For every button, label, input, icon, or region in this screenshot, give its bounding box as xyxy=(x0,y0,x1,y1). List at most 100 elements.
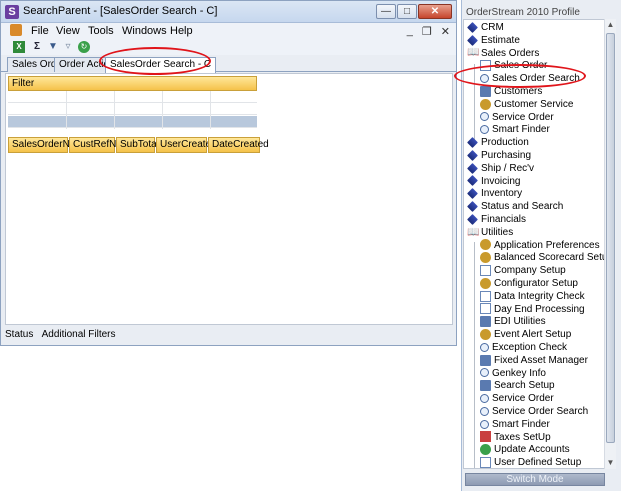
tree-item-label: Smart Finder xyxy=(492,418,550,430)
menu-tools[interactable]: Tools xyxy=(88,25,114,37)
filter-row[interactable] xyxy=(8,103,257,115)
tree-item[interactable]: Production xyxy=(467,136,529,149)
tree-item[interactable]: Search Setup xyxy=(480,379,555,392)
filter-grid[interactable] xyxy=(8,91,257,129)
tree-item[interactable]: 📖 Utilities xyxy=(467,226,513,239)
refresh-icon xyxy=(480,444,491,456)
book-icon xyxy=(467,34,478,46)
tree-item[interactable]: Configurator Setup xyxy=(480,277,578,290)
tree-item[interactable]: Status and Search xyxy=(467,200,563,213)
filter-icon[interactable]: ▼ xyxy=(47,41,59,53)
gear-icon xyxy=(480,252,491,264)
tree-item-label: Fixed Asset Manager xyxy=(494,354,588,366)
tree-item[interactable]: Purchasing xyxy=(467,149,531,162)
document-icon xyxy=(480,303,491,315)
tree-item[interactable]: Event Alert Setup xyxy=(480,328,571,341)
menu-help[interactable]: Help xyxy=(170,25,193,37)
tree-item-label: Ship / Rec'v xyxy=(481,162,535,174)
minimize-button[interactable]: — xyxy=(376,4,396,19)
tree-item-label: Sales Orders xyxy=(481,47,540,59)
mdi-close-icon[interactable]: ✕ xyxy=(441,25,450,38)
menu-windows[interactable]: Windows xyxy=(122,25,167,37)
additional-filters-link[interactable]: Additional Filters xyxy=(42,329,116,340)
menu-file[interactable]: File xyxy=(31,25,49,37)
magnifier-icon xyxy=(480,342,489,352)
status-label: Status xyxy=(5,329,34,340)
book-icon xyxy=(467,175,478,187)
document-icon xyxy=(480,290,491,302)
switch-mode-button[interactable]: Switch Mode xyxy=(465,473,605,486)
tree-item[interactable]: Exception Check xyxy=(480,341,567,354)
tree-item[interactable]: CRM xyxy=(467,21,504,34)
tree-item-label: Service Order Search xyxy=(492,406,589,417)
tree-item-label: Application Preferences xyxy=(494,239,600,251)
column-subtotal[interactable]: SubTotal xyxy=(116,137,159,153)
gear-icon xyxy=(480,98,491,110)
tree-item[interactable]: Balanced Scorecard Setup xyxy=(480,251,604,264)
tree-item[interactable]: 📖 Sales Orders xyxy=(467,47,539,60)
title-bar[interactable]: S SearchParent - [SalesOrder Search - C]… xyxy=(1,1,456,23)
tree-item[interactable]: Ship / Rec'v xyxy=(467,162,534,175)
filter-row-selected[interactable] xyxy=(8,116,257,128)
maximize-button[interactable]: □ xyxy=(397,4,417,19)
scroll-down-icon[interactable]: ▼ xyxy=(605,457,616,469)
excel-export-icon[interactable]: X xyxy=(13,41,25,53)
sum-icon[interactable]: Σ xyxy=(31,41,43,53)
magnifier-icon xyxy=(480,112,489,122)
tree-item[interactable]: Data Integrity Check xyxy=(480,290,585,303)
tree-item-label: Inventory xyxy=(481,188,523,200)
tree-item[interactable]: EDI Utilities xyxy=(480,315,546,328)
tree-item[interactable]: Application Preferences xyxy=(480,239,600,252)
tree-item[interactable]: Taxes SetUp xyxy=(480,431,551,444)
tree-item[interactable]: Customer Service xyxy=(480,98,573,111)
tree-item[interactable]: Genkey Info xyxy=(480,367,546,380)
book-icon xyxy=(467,201,478,212)
tree-item-label: Financials xyxy=(481,214,527,225)
tree-item[interactable]: Update Accounts xyxy=(480,443,570,456)
tree-item[interactable]: Smart Finder xyxy=(480,418,550,431)
tree-item[interactable]: Estimate xyxy=(467,34,520,47)
sales-order-search-highlight-ellipse xyxy=(454,64,586,88)
column-custrefno[interactable]: CustRefNo xyxy=(69,137,122,153)
tree-item[interactable]: Inventory xyxy=(467,187,522,200)
magnifier-icon xyxy=(480,394,489,404)
tree-item[interactable]: Company Setup xyxy=(480,264,566,277)
alert-icon xyxy=(480,329,491,341)
column-usercreated[interactable]: UserCreated xyxy=(156,137,217,153)
magnifier-icon xyxy=(480,406,489,416)
tree-item[interactable]: User Defined Setup xyxy=(480,456,581,468)
gear-icon xyxy=(480,239,491,251)
tax-icon xyxy=(480,431,491,443)
panel-title: OrderStream 2010 Profile xyxy=(466,7,580,18)
book-icon xyxy=(467,188,478,200)
grid-divider xyxy=(66,91,67,129)
document-menu-icon[interactable] xyxy=(10,24,22,36)
mdi-minimize-icon[interactable]: _ xyxy=(407,25,413,38)
tree-item-label: Invoicing xyxy=(481,175,521,187)
tree-item-label: Day End Processing xyxy=(494,303,585,315)
status-bar: Status Additional Filters xyxy=(5,327,453,343)
tree-item[interactable]: Service Order xyxy=(480,392,554,405)
filter-row[interactable] xyxy=(8,91,257,103)
tree-item[interactable]: Service Order xyxy=(480,111,554,124)
scroll-thumb[interactable] xyxy=(606,33,615,443)
tree-scrollbar[interactable]: ▲ ▼ xyxy=(604,19,616,469)
screen: S SearchParent - [SalesOrder Search - C]… xyxy=(0,0,621,491)
clear-filter-icon[interactable]: ▿ xyxy=(62,41,74,53)
column-salesorderno[interactable]: SalesOrderNo xyxy=(8,137,75,153)
menu-view[interactable]: View xyxy=(56,25,80,37)
computer-icon xyxy=(480,354,491,366)
column-datecreated[interactable]: DateCreated xyxy=(208,137,269,153)
tree-item[interactable]: Day End Processing xyxy=(480,303,585,316)
close-button[interactable]: ✕ xyxy=(418,4,452,19)
tree-item[interactable]: Financials xyxy=(467,213,526,226)
tree-item[interactable]: Invoicing xyxy=(467,175,520,188)
refresh-icon[interactable]: ↻ xyxy=(78,41,90,53)
tree-item[interactable]: Fixed Asset Manager xyxy=(480,354,588,367)
tree-item-label: Update Accounts xyxy=(494,444,570,456)
open-book-icon: 📖 xyxy=(467,226,480,238)
tree-item[interactable]: Service Order Search xyxy=(480,405,588,418)
mdi-restore-icon[interactable]: ❐ xyxy=(422,25,432,38)
scroll-up-icon[interactable]: ▲ xyxy=(605,19,616,31)
tree-item[interactable]: Smart Finder xyxy=(480,123,550,136)
